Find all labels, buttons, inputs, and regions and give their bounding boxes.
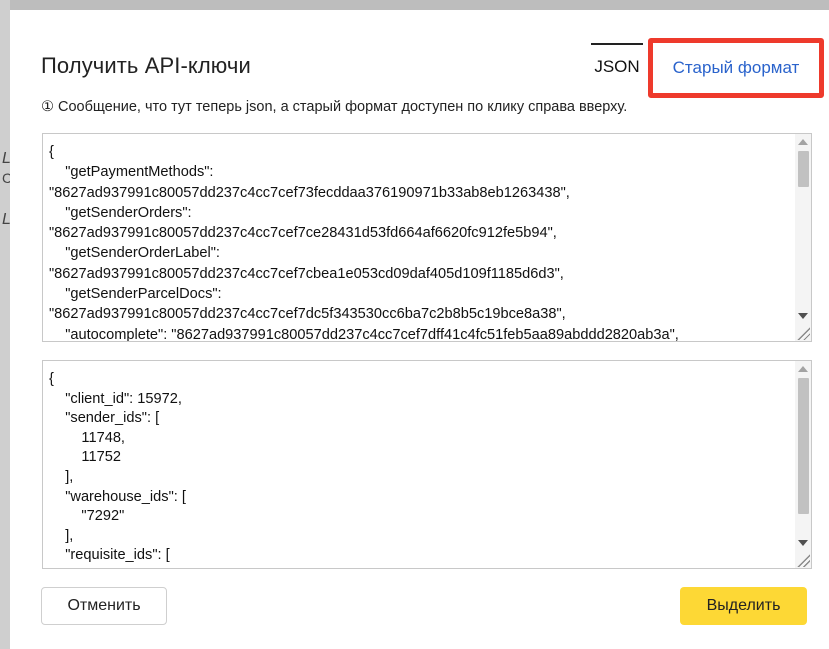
client-ids-textarea[interactable]: { "client_id": 15972, "sender_ids": [ 11… bbox=[42, 360, 812, 569]
tab-json[interactable]: JSON bbox=[591, 43, 643, 87]
tab-old-format[interactable]: Старый формат bbox=[648, 38, 824, 98]
cancel-button[interactable]: Отменить bbox=[41, 587, 167, 625]
notice-text: Сообщение, что тут теперь json, а старый… bbox=[58, 99, 628, 115]
scroll-down-icon[interactable] bbox=[798, 540, 808, 546]
resize-grip-icon[interactable] bbox=[796, 553, 810, 567]
client-ids-scrollbar[interactable] bbox=[795, 361, 811, 568]
scroll-up-icon[interactable] bbox=[798, 366, 808, 372]
api-keys-scrollbar[interactable] bbox=[795, 134, 811, 341]
dialog-title: Получить API-ключи bbox=[41, 53, 251, 78]
client-ids-content: { "client_id": 15972, "sender_ids": [ 11… bbox=[49, 371, 186, 564]
scroll-down-icon[interactable] bbox=[798, 313, 808, 319]
api-keys-textarea[interactable]: { "getPaymentMethods": "8627ad937991c800… bbox=[42, 133, 812, 342]
scroll-up-icon[interactable] bbox=[798, 139, 808, 145]
resize-grip-icon[interactable] bbox=[796, 326, 810, 340]
backdrop-edge bbox=[0, 0, 10, 649]
select-button[interactable]: Выделить bbox=[680, 587, 807, 625]
info-icon: ① bbox=[41, 99, 54, 115]
api-keys-content: { "getPaymentMethods": "8627ad937991c800… bbox=[49, 144, 679, 342]
backdrop-top bbox=[0, 0, 829, 10]
scroll-thumb[interactable] bbox=[798, 151, 809, 187]
notice-message: ① Сообщение, что тут теперь json, а стары… bbox=[41, 99, 627, 115]
api-keys-dialog: Получить API-ключи JSON Старый формат ①С… bbox=[10, 10, 829, 649]
scroll-thumb[interactable] bbox=[798, 378, 809, 514]
